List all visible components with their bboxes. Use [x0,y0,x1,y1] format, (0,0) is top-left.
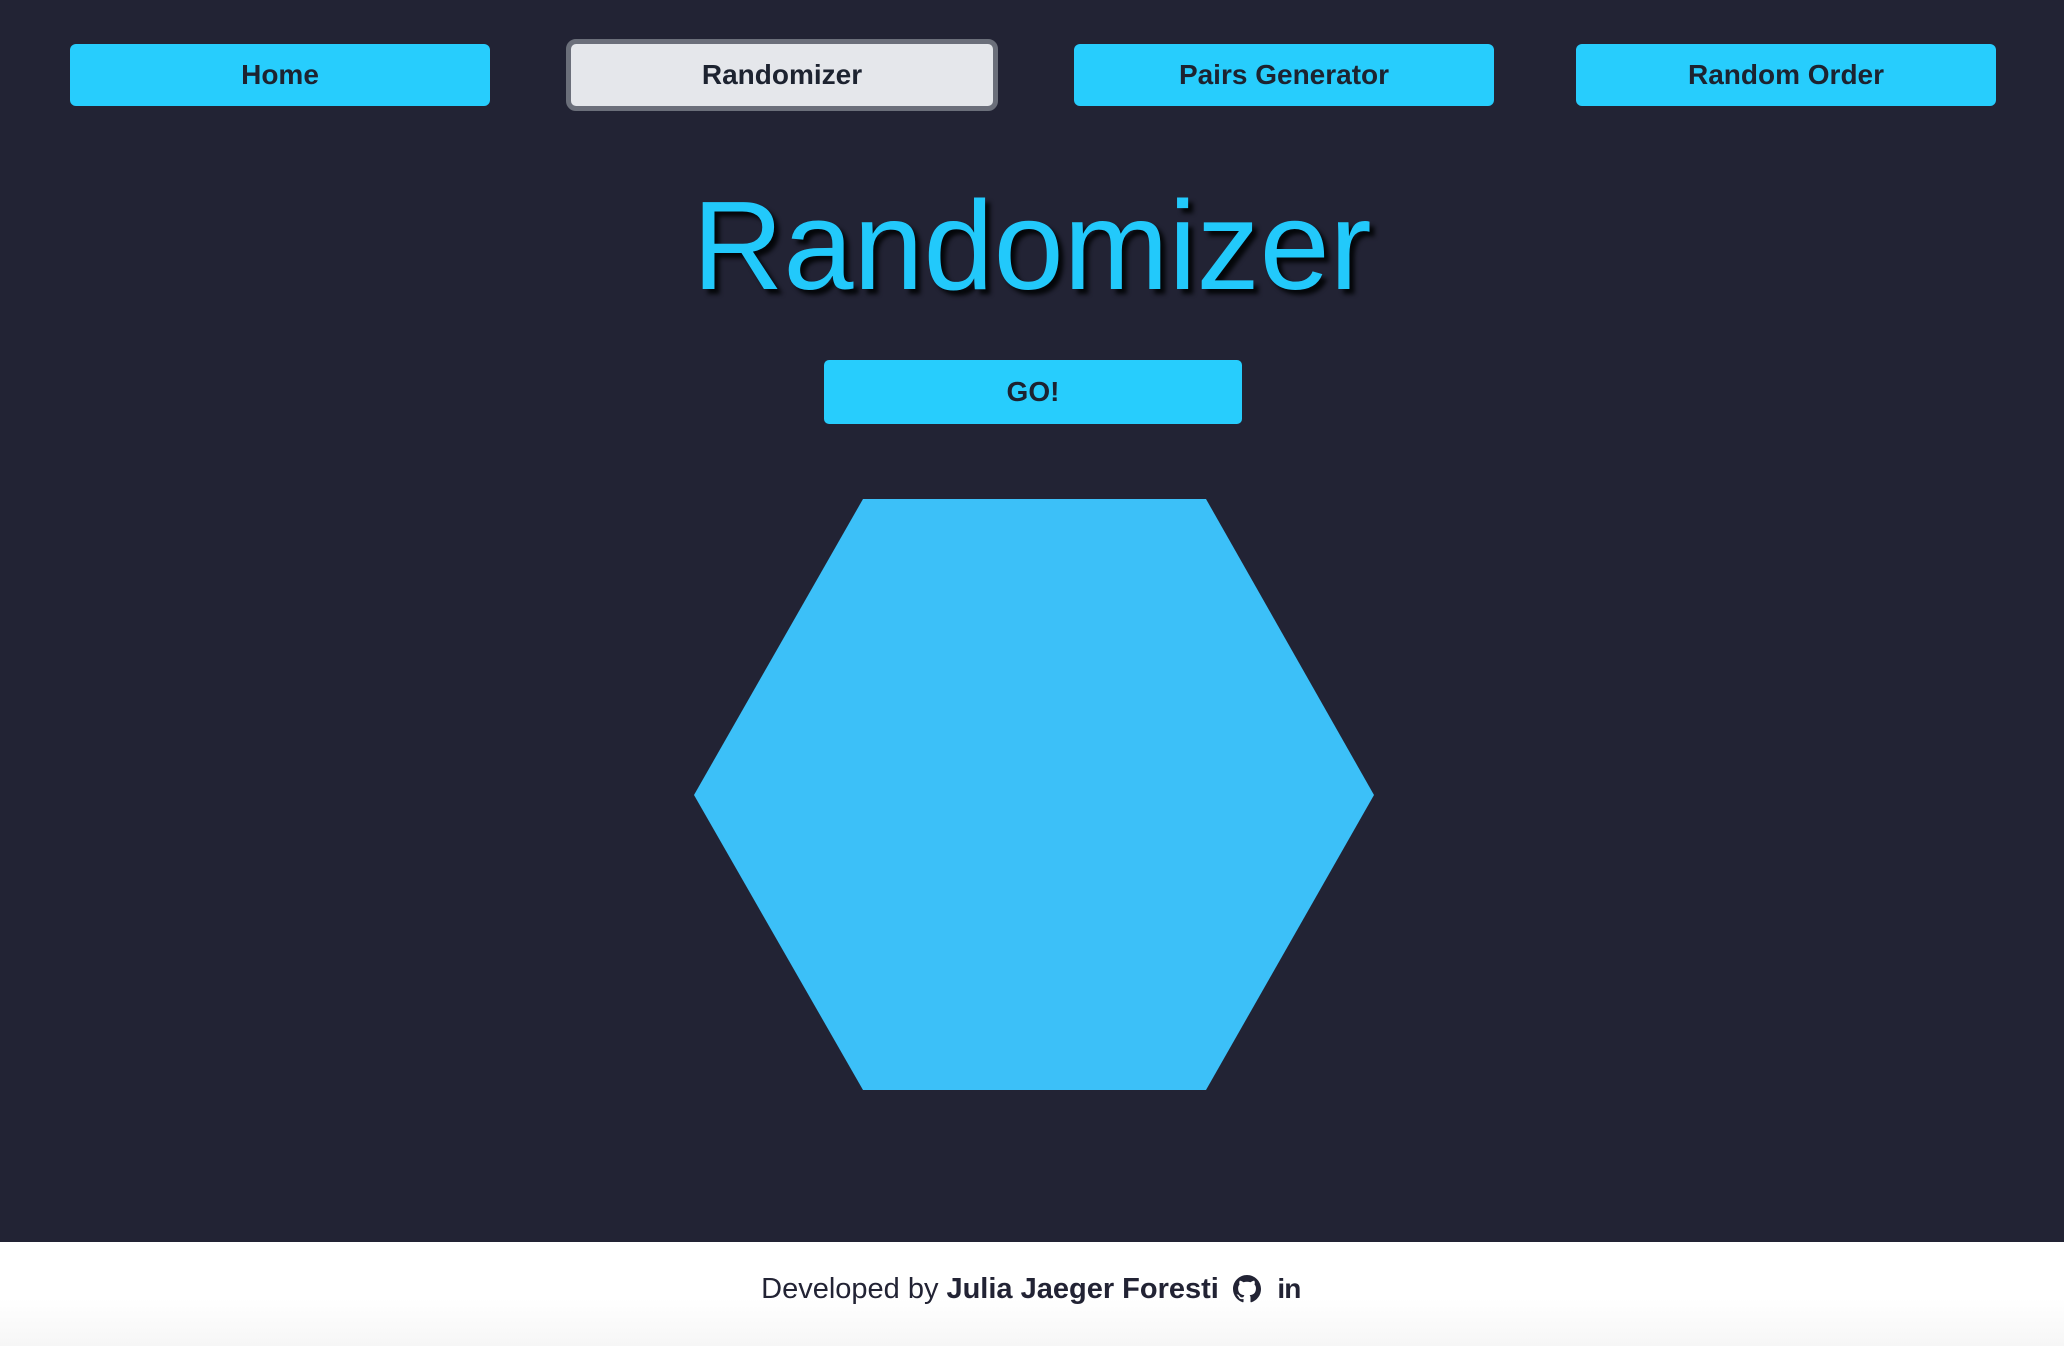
nav-pairs-generator-label: Pairs Generator [1178,59,1390,90]
footer-credit: Developed by Julia Jaeger Foresti in [761,1273,1303,1306]
nav-randomizer-label: Randomizer [701,59,863,90]
nav-home-button[interactable]: Home [70,44,490,106]
nav-home-label: Home [241,59,319,90]
footer-prefix: Developed by [761,1272,939,1305]
github-icon[interactable] [1232,1275,1261,1303]
developer-name: Julia Jaeger Foresti [946,1272,1219,1305]
footer: Developed by Julia Jaeger Foresti in [0,1242,2064,1346]
page-title: Randomizer [692,175,1372,316]
linkedin-icon[interactable]: in [1275,1275,1303,1303]
nav-random-order-label: Random Order [1687,59,1885,90]
go-button[interactable]: GO! [824,360,1242,424]
nav-pairs-generator-button[interactable]: Pairs Generator [1074,44,1494,106]
nav-random-order-button[interactable]: Random Order [1576,44,1996,106]
nav-randomizer-button[interactable]: Randomizer [566,39,998,111]
go-button-label: GO! [1006,376,1060,407]
